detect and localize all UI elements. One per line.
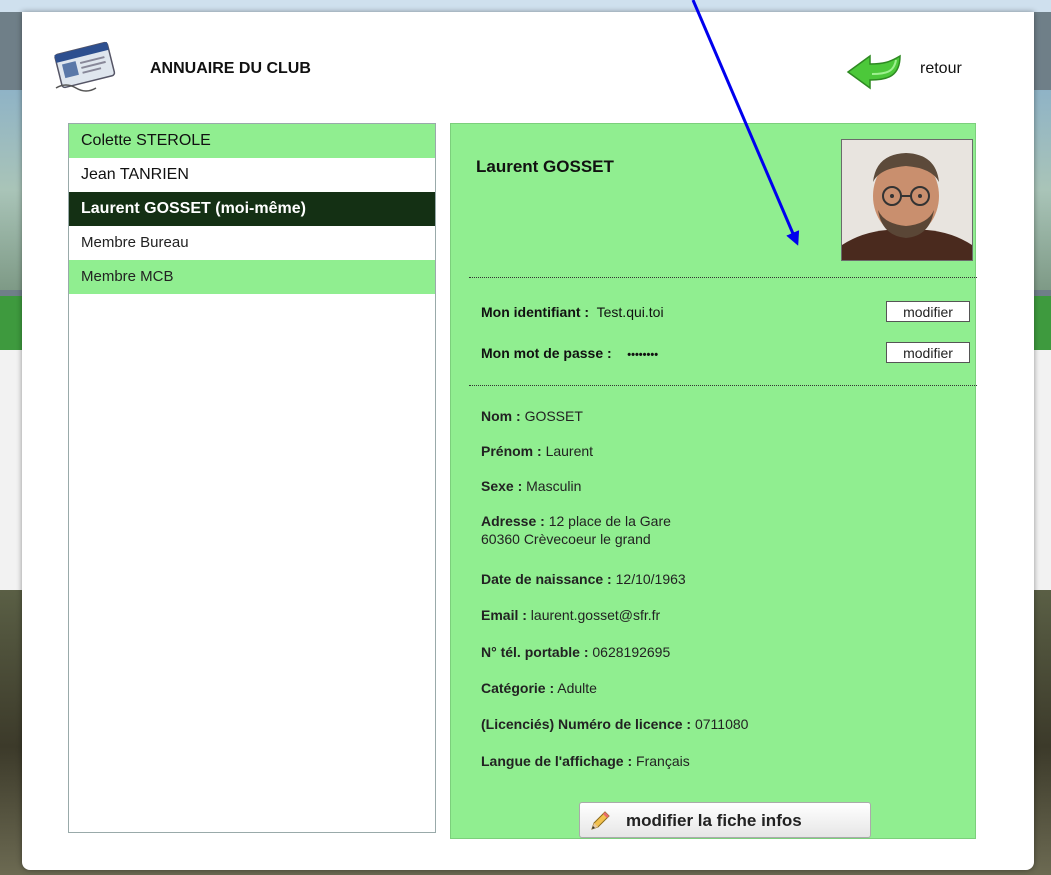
member-item-bureau[interactable]: Membre Bureau [69, 226, 435, 260]
separator [469, 385, 977, 386]
field-adresse: Adresse : 12 place de la Gare 60360 Crèv… [481, 512, 671, 548]
modify-identifier-button[interactable]: modifier [886, 301, 970, 322]
member-detail-card: Laurent GOSSET Mon identifiant : Test.qu… [450, 123, 977, 839]
member-item-colette[interactable]: Colette STEROLE [69, 124, 435, 158]
identifier-label: Mon identifiant : [481, 304, 590, 320]
identifier-row: Mon identifiant : Test.qui.toi [481, 304, 664, 320]
field-value-line2: 60360 Crèvecoeur le grand [481, 531, 651, 547]
edit-profile-label: modifier la fiche infos [626, 811, 802, 830]
field-key: N° tél. portable : [481, 644, 589, 660]
field-value: 12 place de la Gare [548, 513, 671, 529]
field-licence: (Licenciés) Numéro de licence : 0711080 [481, 715, 748, 733]
field-value: Masculin [526, 478, 582, 494]
field-value: GOSSET [524, 408, 583, 424]
field-langue: Langue de l'affichage : Français [481, 752, 690, 770]
field-key: Catégorie : [481, 680, 555, 696]
field-value: Laurent [545, 443, 594, 459]
member-list: Colette STEROLE Jean TANRIEN Laurent GOS… [68, 123, 436, 833]
field-naissance: Date de naissance : 12/10/1963 [481, 570, 686, 588]
password-label: Mon mot de passe : [481, 345, 612, 361]
separator [469, 277, 977, 278]
directory-modal: ANNUAIRE DU CLUB retour Colette STEROLE … [22, 12, 1034, 870]
field-value: laurent.gosset@sfr.fr [530, 607, 661, 623]
identifier-value: Test.qui.toi [596, 304, 664, 320]
field-value: Français [636, 753, 690, 769]
edit-profile-button[interactable]: modifier la fiche infos [579, 802, 871, 838]
field-prenom: Prénom : Laurent [481, 442, 593, 460]
background-topbar [0, 0, 1051, 12]
field-value: 0711080 [694, 716, 749, 732]
field-key: Sexe : [481, 478, 523, 494]
page-title: ANNUAIRE DU CLUB [150, 60, 311, 77]
member-item-mcb[interactable]: Membre MCB [69, 260, 435, 294]
field-nom: Nom : GOSSET [481, 407, 583, 425]
contact-card-icon [50, 38, 120, 94]
back-button[interactable]: retour [846, 48, 986, 92]
field-key: Prénom : [481, 443, 542, 459]
password-value: •••••••• [627, 349, 659, 361]
field-value: 12/10/1963 [615, 571, 686, 587]
field-email: Email : laurent.gosset@sfr.fr [481, 606, 660, 624]
back-arrow-icon [846, 50, 902, 90]
field-sexe: Sexe : Masculin [481, 477, 581, 495]
back-label: retour [920, 60, 962, 77]
member-photo [841, 139, 973, 261]
member-item-laurent-selected[interactable]: Laurent GOSSET (moi-même) [69, 192, 435, 226]
field-categorie: Catégorie : Adulte [481, 679, 597, 697]
field-key: Langue de l'affichage : [481, 753, 633, 769]
modify-password-button[interactable]: modifier [886, 342, 970, 363]
field-key: Date de naissance : [481, 571, 612, 587]
member-name: Laurent GOSSET [476, 157, 614, 176]
field-value: 0628192695 [592, 644, 671, 660]
member-item-jean[interactable]: Jean TANRIEN [69, 158, 435, 192]
field-key: Email : [481, 607, 527, 623]
password-row: Mon mot de passe : •••••••• [481, 345, 658, 361]
pencil-icon [588, 809, 612, 833]
field-telephone: N° tél. portable : 0628192695 [481, 643, 670, 661]
field-key: (Licenciés) Numéro de licence : [481, 716, 692, 732]
field-value: Adulte [557, 680, 597, 696]
field-key: Adresse : [481, 513, 545, 529]
field-key: Nom : [481, 408, 521, 424]
